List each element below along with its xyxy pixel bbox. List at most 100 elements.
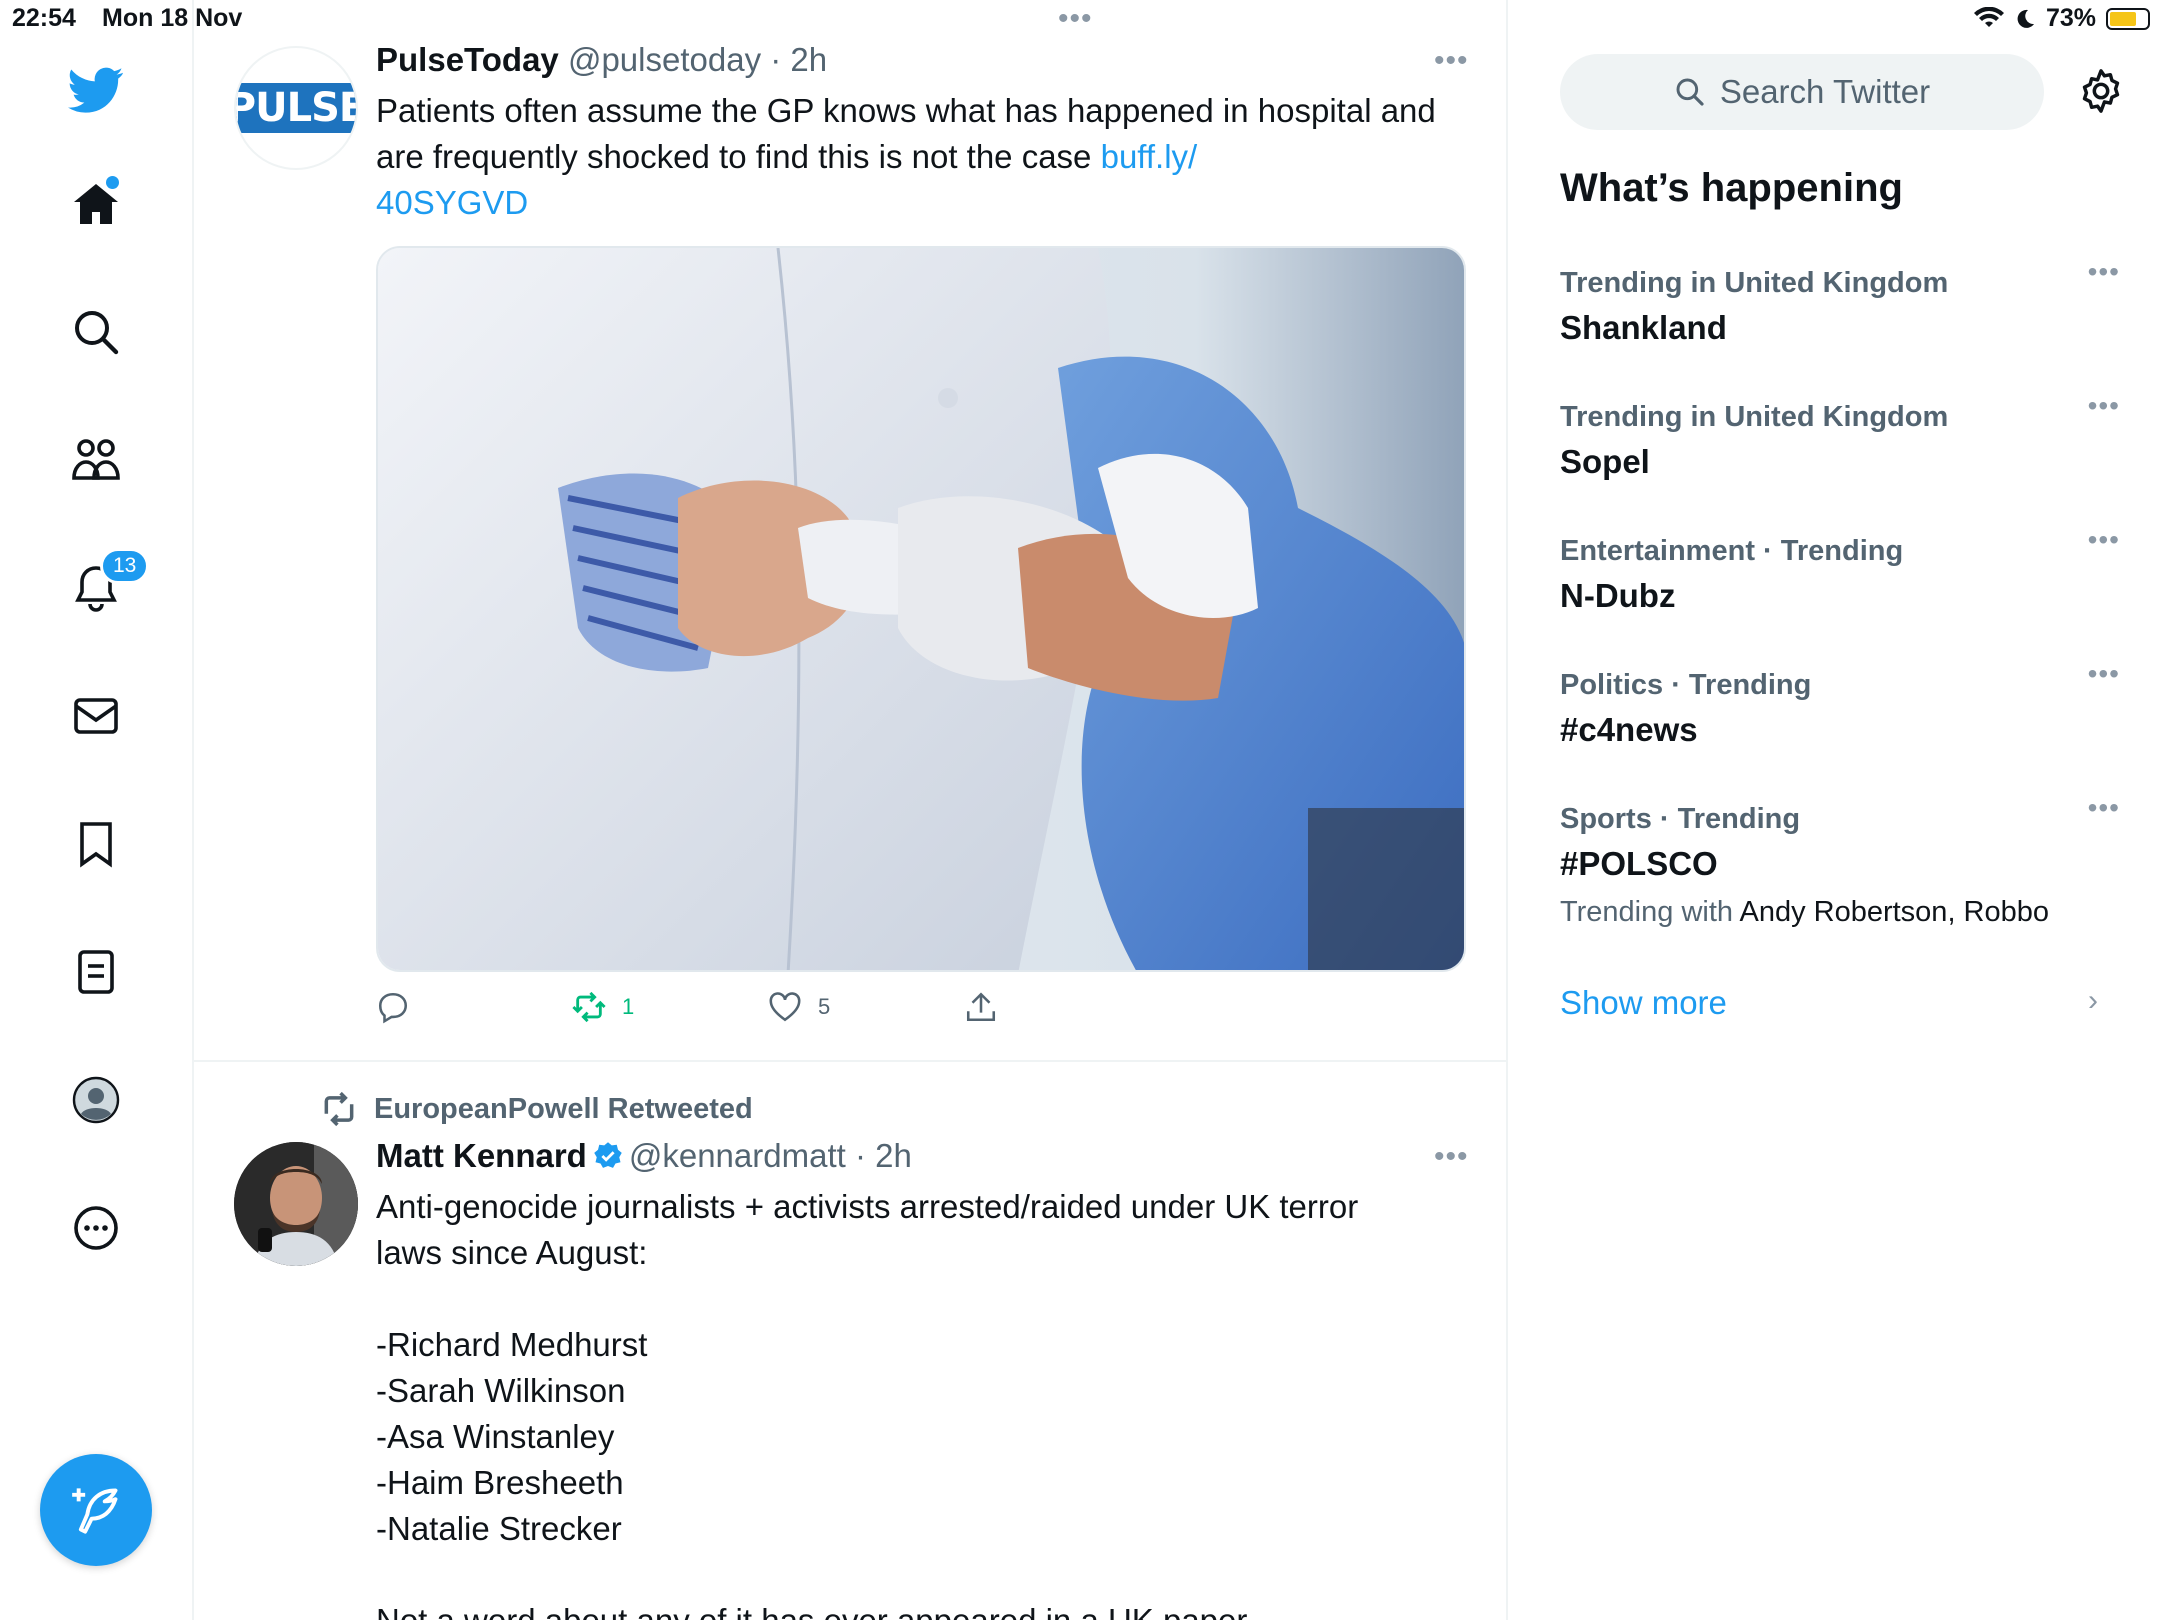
chevron-right-icon[interactable]: › xyxy=(2088,984,2098,1018)
nav-lists[interactable] xyxy=(46,922,146,1022)
trending-with-names: Andy Robertson, Robbo xyxy=(1739,896,2050,928)
nav-profile[interactable] xyxy=(46,1050,146,1150)
search-placeholder: Search Twitter xyxy=(1719,73,1931,110)
mail-icon xyxy=(74,698,118,734)
retweet-icon xyxy=(324,1091,354,1127)
trending-with-label: Trending with xyxy=(1560,896,1734,928)
notifications-badge: 13 xyxy=(100,548,150,584)
trend-category: Politics · Trending xyxy=(1560,669,1812,701)
trend-name: Sopel xyxy=(1560,443,1650,480)
trend-more-icon[interactable]: ••• xyxy=(2088,658,2120,690)
tweet-text: Anti-genocide journalists + activists ar… xyxy=(376,1184,1436,1620)
compose-tweet-button[interactable] xyxy=(40,1454,152,1566)
tweet-line: Anti-genocide journalists + activists ar… xyxy=(376,1188,1359,1225)
author-handle[interactable]: @pulsetoday xyxy=(568,41,761,78)
like-count: 5 xyxy=(818,994,831,1019)
tweet-more-icon[interactable]: ••• xyxy=(1434,1140,1469,1174)
reply-button[interactable] xyxy=(376,990,410,1024)
list-item: -Haim Bresheeth xyxy=(376,1464,624,1501)
retweet-icon xyxy=(572,991,606,1023)
retweet-button[interactable]: 1 xyxy=(572,990,634,1024)
search-icon xyxy=(1676,78,1704,106)
feather-plus-icon xyxy=(72,1488,118,1534)
right-sidebar: Search Twitter What’s happening Trending… xyxy=(1508,0,2160,1620)
timeline-feed[interactable]: PULSE PulseToday @pulsetoday · 2h ••• Pa… xyxy=(194,0,1508,1620)
trend-item[interactable]: Entertainment · Trending N-Dubz ••• xyxy=(1560,524,2120,618)
person-photo xyxy=(234,1142,358,1266)
trend-category: Sports · Trending xyxy=(1560,803,1801,835)
trend-related: Trending with Andy Robertson, Robbo xyxy=(1560,892,2120,932)
tweet-text: Patients often assume the GP knows what … xyxy=(376,88,1436,226)
trend-name: N-Dubz xyxy=(1560,577,1676,614)
heart-icon xyxy=(769,992,801,1022)
nav-more[interactable] xyxy=(46,1178,146,1278)
trend-more-icon[interactable]: ••• xyxy=(2088,524,2120,556)
nav-explore[interactable] xyxy=(46,282,146,382)
lists-icon xyxy=(78,950,114,994)
list-item: -Richard Medhurst xyxy=(376,1326,648,1363)
author-name[interactable]: PulseToday xyxy=(376,41,559,78)
trend-category: Trending in United Kingdom xyxy=(1560,401,1949,433)
list-item: -Sarah Wilkinson xyxy=(376,1372,626,1409)
photo-doctor-holding-hand xyxy=(378,248,1464,970)
list-item: -Asa Winstanley xyxy=(376,1418,615,1455)
author-name[interactable]: Matt Kennard xyxy=(376,1137,587,1174)
more-circle-icon xyxy=(74,1206,118,1250)
sidebar-nav: 13 xyxy=(0,0,194,1620)
profile-avatar-icon xyxy=(72,1076,120,1124)
separator-dot: · xyxy=(770,41,782,78)
avatar-pulsetoday[interactable]: PULSE xyxy=(234,46,358,170)
tweet-time[interactable]: 2h xyxy=(875,1137,912,1174)
trend-name: Shankland xyxy=(1560,309,1727,346)
tweet-actions: 1 5 xyxy=(376,990,1076,1030)
twitter-logo-icon[interactable] xyxy=(46,40,146,140)
tweet-more-icon[interactable]: ••• xyxy=(1434,44,1469,78)
tweet-line: laws since August: xyxy=(376,1234,648,1271)
trend-name: #c4news xyxy=(1560,711,1698,748)
home-unread-dot xyxy=(106,176,119,189)
tweet-link[interactable]: buff.ly/ xyxy=(1101,138,1198,175)
retweet-context[interactable]: EuropeanPowell Retweeted xyxy=(320,1090,753,1128)
verified-badge-icon xyxy=(594,1142,622,1169)
avatar-mattkennard[interactable] xyxy=(234,1142,358,1266)
nav-messages[interactable] xyxy=(46,666,146,766)
reply-icon xyxy=(378,992,408,1024)
trend-more-icon[interactable]: ••• xyxy=(2088,256,2120,288)
nav-communities[interactable] xyxy=(46,410,146,510)
list-item: -Natalie Strecker xyxy=(376,1510,622,1547)
nav-bookmarks[interactable] xyxy=(46,794,146,894)
whats-happening-title: What’s happening xyxy=(1560,166,1903,210)
retweet-count: 1 xyxy=(622,994,635,1019)
author-handle[interactable]: @kennardmatt xyxy=(629,1137,846,1174)
tweet-line-cut-off: Not a word about any of it has ever appe… xyxy=(376,1598,1436,1620)
share-icon xyxy=(966,992,996,1022)
tweet-header: Matt Kennard @kennardmatt · 2h xyxy=(376,1136,912,1176)
tweet-divider xyxy=(194,1060,1506,1062)
tweet-link-continued[interactable]: 40SYGVD xyxy=(376,184,528,221)
tweet-time[interactable]: 2h xyxy=(790,41,827,78)
retweeted-by: EuropeanPowell Retweeted xyxy=(374,1092,753,1125)
search-input[interactable]: Search Twitter xyxy=(1560,54,2044,130)
settings-gear-icon[interactable] xyxy=(2078,68,2124,114)
bird-icon xyxy=(68,67,124,113)
share-button[interactable] xyxy=(964,990,998,1024)
trend-item[interactable]: Sports · Trending #POLSCO Trending with … xyxy=(1560,792,2120,932)
tweet-header: PulseToday @pulsetoday · 2h xyxy=(376,40,827,80)
bookmark-icon xyxy=(80,822,112,868)
trend-item[interactable]: Trending in United Kingdom Sopel ••• xyxy=(1560,390,2120,484)
nav-home[interactable] xyxy=(46,154,146,254)
communities-icon xyxy=(72,439,120,480)
trend-more-icon[interactable]: ••• xyxy=(2088,390,2120,422)
trend-item[interactable]: Politics · Trending #c4news ••• xyxy=(1560,658,2120,752)
trend-category: Entertainment · Trending xyxy=(1560,535,1904,567)
trend-name: #POLSCO xyxy=(1560,845,1718,882)
nav-notifications[interactable]: 13 xyxy=(46,538,150,638)
trend-item[interactable]: Trending in United Kingdom Shankland ••• xyxy=(1560,256,2120,350)
trend-more-icon[interactable]: ••• xyxy=(2088,792,2120,824)
search-icon xyxy=(75,311,119,355)
show-more-link[interactable]: Show more xyxy=(1560,984,1727,1022)
separator-dot: · xyxy=(854,1137,866,1174)
tweet-photo[interactable] xyxy=(376,246,1466,972)
pulse-logo: PULSE xyxy=(236,83,356,133)
like-button[interactable]: 5 xyxy=(768,990,830,1024)
